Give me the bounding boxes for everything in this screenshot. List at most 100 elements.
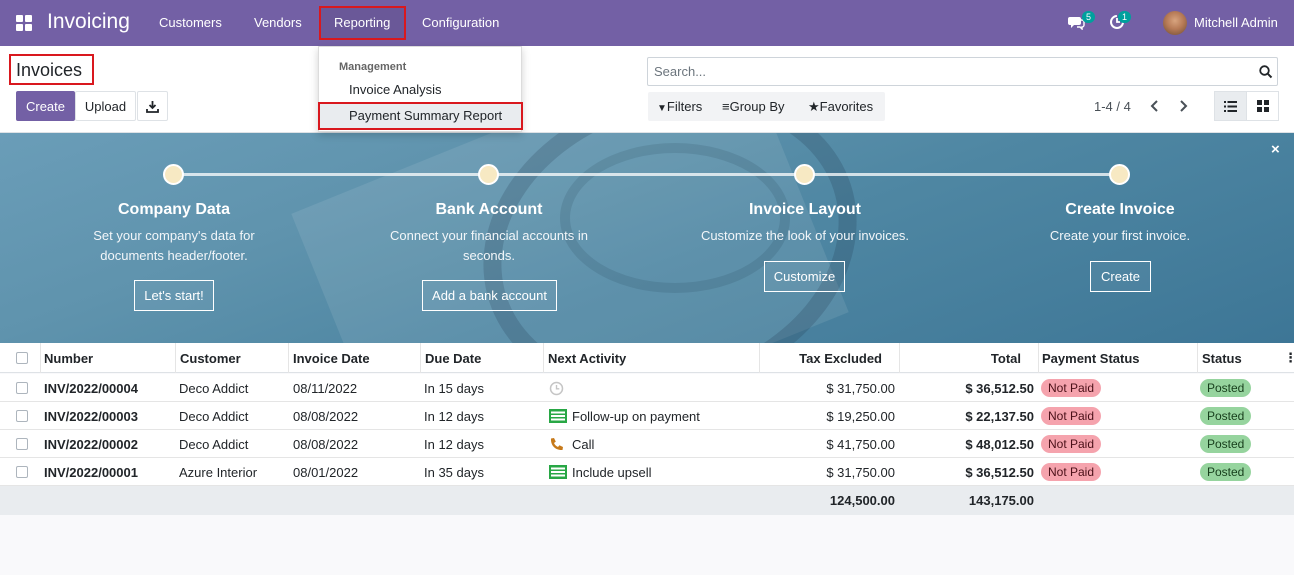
next-activity: Follow-up on payment	[572, 409, 700, 424]
col-payment-status[interactable]: Payment Status	[1042, 351, 1140, 366]
table-row[interactable]: INV/2022/00001 Azure Interior 08/01/2022…	[0, 458, 1294, 486]
activities-badge: 1	[1118, 11, 1132, 23]
col-customer[interactable]: Customer	[180, 351, 241, 366]
status-badge: Posted	[1200, 435, 1252, 453]
col-invoice-date[interactable]: Invoice Date	[293, 351, 370, 366]
invoice-customer: Deco Addict	[179, 381, 249, 396]
top-navbar: Invoicing Customers Vendors Reporting Co…	[0, 0, 1294, 46]
list-view-button[interactable]	[1214, 91, 1247, 121]
invoice-due-date: In 12 days	[424, 409, 484, 424]
total: $ 22,137.50	[965, 409, 1034, 424]
menu-reporting[interactable]: Reporting	[334, 15, 390, 30]
invoice-customer: Deco Addict	[179, 409, 249, 424]
step-title-company-data: Company Data	[117, 201, 231, 218]
table-row[interactable]: INV/2022/00003 Deco Addict 08/08/2022 In…	[0, 402, 1294, 430]
row-checkbox[interactable]	[16, 410, 28, 422]
select-all-checkbox[interactable]	[16, 352, 28, 364]
invoice-due-date: In 35 days	[424, 465, 484, 480]
customize-button[interactable]: Customize	[764, 261, 845, 292]
column-separator	[288, 343, 289, 373]
step-desc-bank-account: Connect your financial accounts in secon…	[389, 228, 588, 263]
phone-icon[interactable]	[549, 437, 564, 452]
col-number[interactable]: Number	[44, 351, 93, 366]
row-checkbox[interactable]	[16, 466, 28, 478]
messages-badge: 5	[1082, 11, 1096, 23]
menu-item-invoice-analysis[interactable]: Invoice Analysis	[349, 82, 442, 97]
invoice-date: 08/01/2022	[293, 465, 359, 480]
step-title-invoice-layout: Invoice Layout	[748, 201, 862, 218]
favorites-label: Favorites	[819, 99, 874, 114]
dropdown-section-header: Management	[339, 61, 407, 73]
menu-item-payment-summary-report[interactable]: Payment Summary Report	[349, 108, 502, 123]
step-dot-invoice-layout	[794, 164, 815, 185]
kanban-view-button[interactable]	[1246, 91, 1279, 121]
column-separator	[1197, 343, 1198, 373]
invoice-date: 08/11/2022	[293, 381, 358, 396]
col-tax-excluded[interactable]: Tax Excluded	[760, 351, 882, 366]
tax-excluded: $ 31,750.00	[826, 465, 895, 480]
apps-grid-icon[interactable]	[16, 15, 32, 31]
row-checkbox[interactable]	[16, 382, 28, 394]
tax-excluded: $ 19,250.00	[826, 409, 895, 424]
clock-icon[interactable]	[549, 381, 564, 396]
create-invoice-button[interactable]: Create	[1090, 261, 1151, 292]
table-header: Number Customer Invoice Date Due Date Ne…	[0, 343, 1294, 373]
step-desc-company-data: Set your company's data for documents he…	[93, 228, 255, 263]
optional-columns-icon[interactable]: ⋮	[1284, 350, 1294, 366]
filters-toggle[interactable]: ▼Filters	[657, 99, 702, 114]
menu-configuration[interactable]: Configuration	[422, 15, 499, 30]
invoice-due-date: In 15 days	[424, 381, 484, 396]
kanban-grid-icon	[1256, 100, 1269, 112]
tax-excluded: $ 31,750.00	[826, 381, 895, 396]
invoice-date: 08/08/2022	[293, 437, 359, 452]
payment-status-badge: Not Paid	[1041, 379, 1102, 397]
invoice-number: INV/2022/00002	[44, 437, 138, 452]
col-status[interactable]: Status	[1202, 351, 1242, 366]
app-title[interactable]: Invoicing	[47, 10, 130, 34]
col-due-date[interactable]: Due Date	[425, 351, 481, 366]
todo-list-icon[interactable]	[549, 409, 567, 423]
page-title: Invoices	[16, 60, 83, 80]
onboarding-banner: × Company Data Set your company's data f…	[0, 133, 1294, 343]
column-separator	[543, 343, 544, 373]
invoice-customer: Azure Interior	[179, 465, 258, 480]
step-title-bank-account: Bank Account	[435, 201, 543, 218]
step-desc-create-invoice: Create your first invoice.	[1049, 228, 1191, 243]
create-button[interactable]: Create	[16, 91, 75, 121]
tax-excluded: $ 41,750.00	[826, 437, 895, 452]
column-separator	[175, 343, 176, 373]
menu-vendors[interactable]: Vendors	[254, 15, 302, 30]
download-button[interactable]	[137, 91, 168, 121]
search-icon[interactable]	[1259, 65, 1273, 79]
menu-customers[interactable]: Customers	[159, 15, 222, 30]
search-input[interactable]	[654, 64, 1244, 79]
table-row[interactable]: INV/2022/00002 Deco Addict 08/08/2022 In…	[0, 430, 1294, 458]
step-title-create-invoice: Create Invoice	[1065, 201, 1175, 218]
favorites-toggle[interactable]: ★Favorites	[808, 99, 873, 115]
col-total[interactable]: Total	[900, 351, 1021, 366]
sum-tax-excluded: 124,500.00	[829, 493, 895, 508]
pager-previous-icon[interactable]	[1150, 100, 1160, 112]
banner-close-icon[interactable]: ×	[1271, 141, 1280, 158]
col-next-activity[interactable]: Next Activity	[548, 351, 626, 366]
step-dot-create-invoice	[1109, 164, 1130, 185]
todo-list-icon[interactable]	[549, 465, 567, 479]
add-bank-account-button[interactable]: Add a bank account	[422, 280, 557, 311]
filter-icon: ▼	[657, 103, 667, 114]
table-row[interactable]: INV/2022/00004 Deco Addict 08/11/2022 In…	[0, 374, 1294, 402]
reporting-dropdown: Management Invoice Analysis Payment Summ…	[318, 46, 523, 132]
status-badge: Posted	[1200, 407, 1252, 425]
lets-start-button[interactable]: Let's start!	[134, 280, 214, 311]
user-avatar[interactable]	[1163, 11, 1187, 35]
table-footer-totals: 124,500.00 143,175.00	[0, 486, 1294, 515]
upload-button[interactable]: Upload	[75, 91, 136, 121]
user-menu[interactable]: Mitchell Admin	[1194, 15, 1278, 30]
sum-total: 143,175.00	[968, 493, 1034, 508]
status-badge: Posted	[1200, 463, 1252, 481]
pager-value[interactable]: 1-4 / 4	[1094, 99, 1131, 114]
invoice-date: 08/08/2022	[293, 409, 359, 424]
total: $ 36,512.50	[965, 381, 1034, 396]
row-checkbox[interactable]	[16, 438, 28, 450]
group-by-toggle[interactable]: ≡Group By	[722, 99, 785, 114]
pager-next-icon[interactable]	[1178, 100, 1188, 112]
